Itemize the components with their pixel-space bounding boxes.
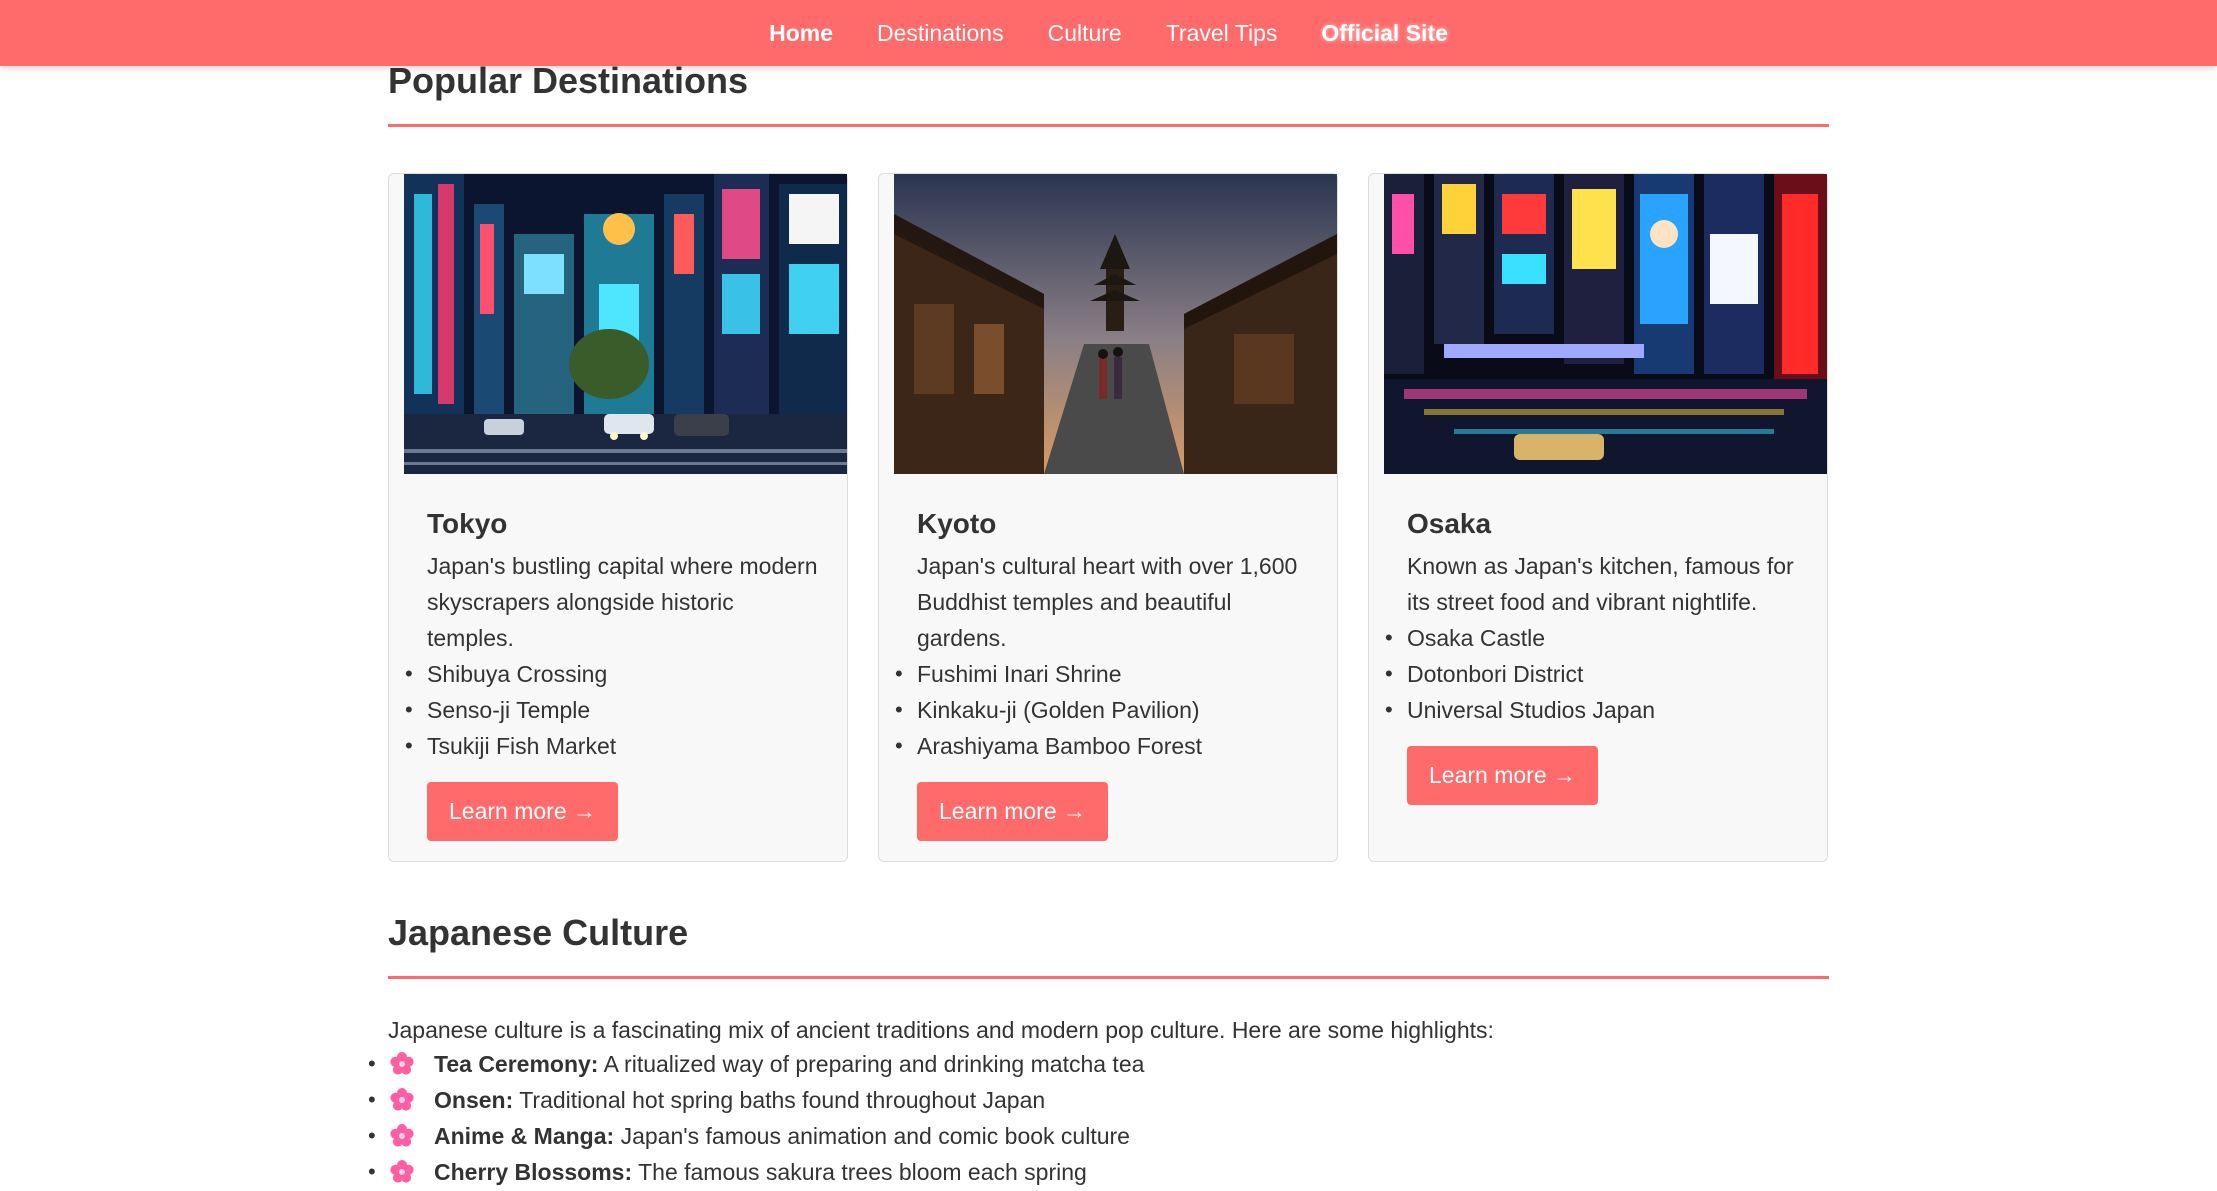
destination-card-tokyo: Tokyo Japan's bustling capital where mod…	[388, 173, 848, 862]
card-description: Japan's bustling capital where modern sk…	[427, 553, 818, 651]
nav-home-link[interactable]: Home	[769, 20, 833, 47]
list-item: Shibuya Crossing	[405, 656, 827, 692]
top-navigation: Home Destinations Culture Travel Tips Of…	[0, 0, 2217, 66]
cherry-blossom-icon	[390, 1124, 414, 1147]
learn-more-button[interactable]: Learn more →	[917, 782, 1109, 841]
list-item: Cherry Blossoms: The famous sakura trees…	[368, 1154, 1144, 1190]
destination-cards: Tokyo Japan's bustling capital where mod…	[388, 173, 1829, 862]
kyoto-card-body: Kyoto Japan's cultural heart with over 1…	[895, 508, 1317, 841]
list-item: Universal Studios Japan	[1385, 692, 1807, 728]
card-title: Tokyo	[427, 508, 508, 539]
culture-heading: Japanese Culture	[388, 912, 1829, 979]
nav-culture-link[interactable]: Culture	[1048, 20, 1122, 47]
culture-highlights: Tea Ceremony: A ritualized way of prepar…	[368, 1046, 1145, 1190]
culture-text: A ritualized way of preparing and drinki…	[598, 1051, 1145, 1077]
card-highlights: Shibuya Crossing Senso-ji Temple Tsukiji…	[405, 656, 827, 764]
nav-travel-tips-link[interactable]: Travel Tips	[1166, 20, 1278, 47]
list-item: Tea Ceremony: A ritualized way of prepar…	[368, 1046, 1145, 1082]
card-description: Japan's cultural heart with over 1,600 B…	[917, 553, 1298, 651]
osaka-card-body: Osaka Known as Japan's kitchen, famous f…	[1385, 508, 1807, 805]
cherry-blossom-icon	[390, 1052, 414, 1075]
list-item: Dotonbori District	[1385, 656, 1807, 692]
culture-intro: Japanese culture is a fascinating mix of…	[388, 1017, 1494, 1043]
list-item: Senso-ji Temple	[405, 692, 827, 728]
card-title: Kyoto	[917, 508, 997, 539]
card-description: Known as Japan's kitchen, famous for its…	[1407, 553, 1794, 615]
list-item: Osaka Castle	[1385, 620, 1807, 656]
nav-official-site-link[interactable]: Official Site	[1321, 20, 1448, 47]
learn-more-button[interactable]: Learn more →	[1407, 746, 1599, 805]
destinations-heading: Popular Destinations	[388, 60, 1829, 127]
destination-card-kyoto: Kyoto Japan's cultural heart with over 1…	[878, 173, 1338, 862]
tokyo-image	[404, 174, 847, 474]
culture-text: The famous sakura trees bloom each sprin…	[632, 1159, 1087, 1185]
card-highlights: Osaka Castle Dotonbori District Universa…	[1385, 620, 1807, 728]
culture-term: Anime & Manga:	[434, 1123, 615, 1149]
nav-destinations-link[interactable]: Destinations	[877, 20, 1004, 47]
destination-card-osaka: Osaka Known as Japan's kitchen, famous f…	[1368, 173, 1828, 862]
kyoto-image	[894, 174, 1337, 474]
culture-term: Tea Ceremony:	[434, 1051, 599, 1077]
list-item: Arashiyama Bamboo Forest	[895, 728, 1317, 764]
culture-text: Traditional hot spring baths found throu…	[513, 1087, 1046, 1113]
tokyo-card-body: Tokyo Japan's bustling capital where mod…	[405, 508, 827, 841]
list-item: Tsukiji Fish Market	[405, 728, 827, 764]
cherry-blossom-icon	[390, 1088, 414, 1111]
card-highlights: Fushimi Inari Shrine Kinkaku-ji (Golden …	[895, 656, 1317, 764]
list-item: Onsen: Traditional hot spring baths foun…	[368, 1082, 1144, 1118]
card-title: Osaka	[1407, 508, 1492, 539]
list-item: Fushimi Inari Shrine	[895, 656, 1317, 692]
culture-term: Cherry Blossoms:	[434, 1159, 633, 1185]
cherry-blossom-icon	[390, 1160, 414, 1183]
culture-term: Onsen:	[434, 1087, 514, 1113]
learn-more-button[interactable]: Learn more →	[427, 782, 619, 841]
list-item: Kinkaku-ji (Golden Pavilion)	[895, 692, 1317, 728]
culture-text: Japan's famous animation and comic book …	[614, 1123, 1130, 1149]
osaka-image	[1384, 174, 1827, 474]
list-item: Anime & Manga: Japan's famous animation …	[368, 1118, 1144, 1154]
